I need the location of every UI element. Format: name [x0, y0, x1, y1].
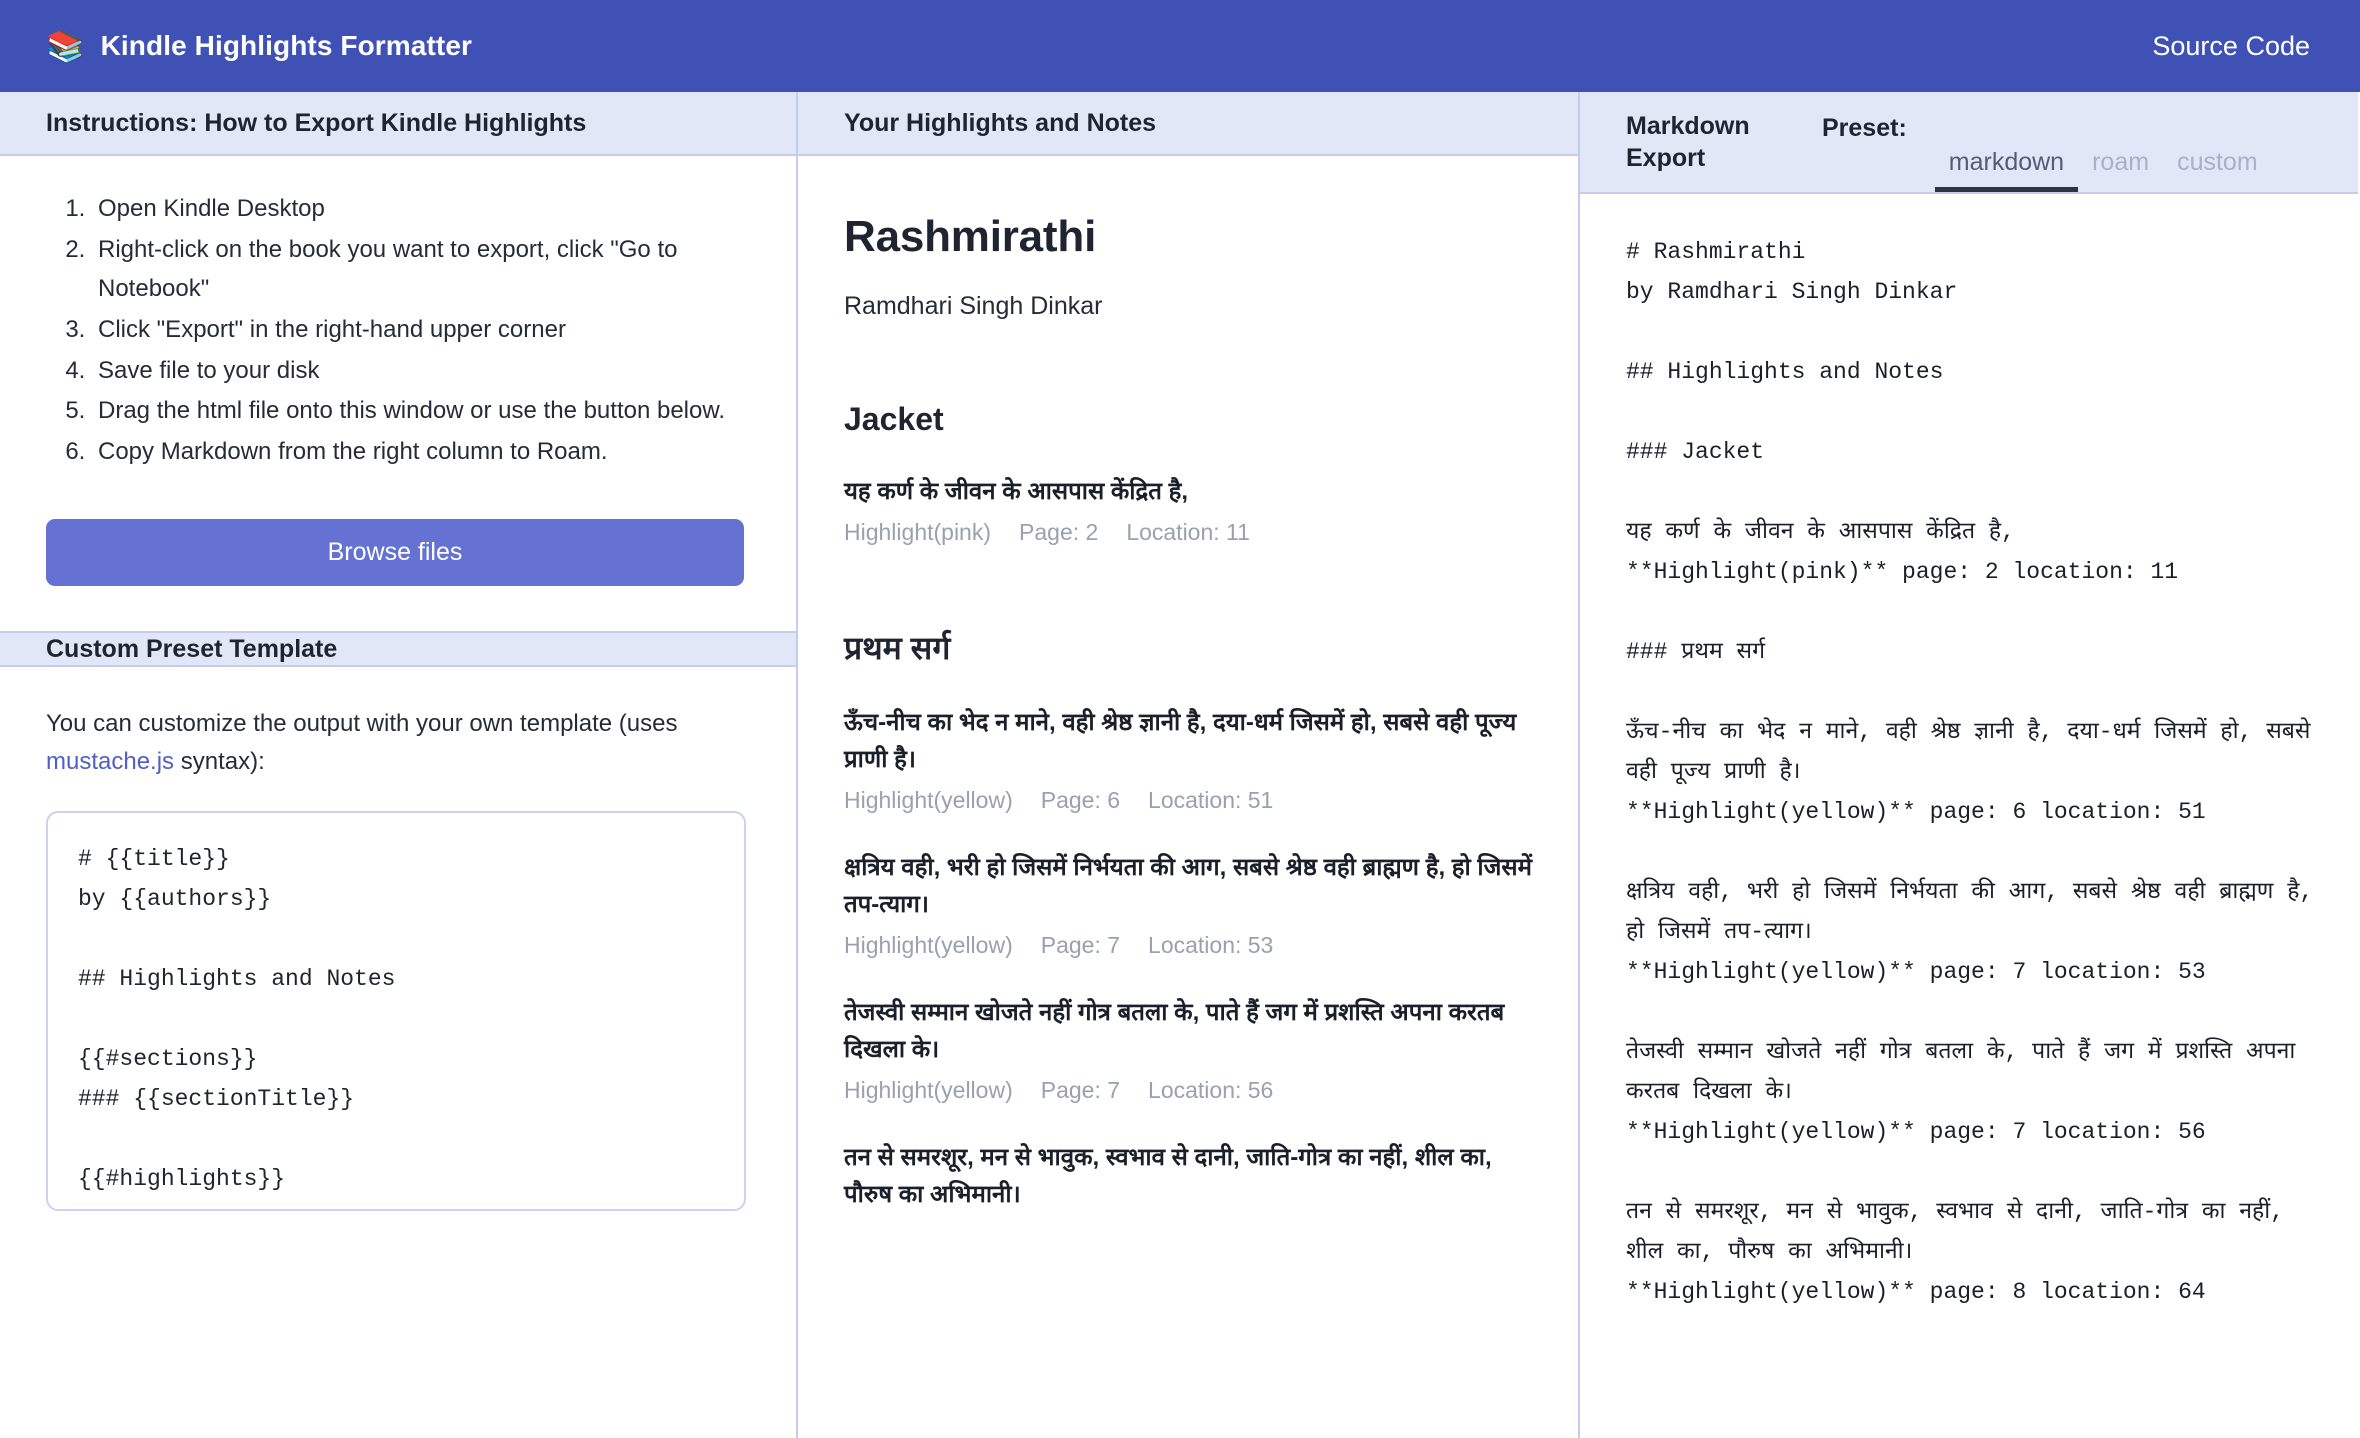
highlight-item: क्षत्रिय वही, भरी हो जिसमें निर्भयता की … [844, 850, 1532, 959]
preset-label: Preset: [1822, 114, 1907, 142]
highlight-text: तन से समरशूर, मन से भावुक, स्वभाव से दान… [844, 1144, 1492, 1208]
highlight-meta: Highlight(yellow) Page: 7 Location: 53 [844, 932, 1532, 959]
highlight-page: Page: 2 [1019, 519, 1099, 546]
app-title: Kindle Highlights Formatter [100, 30, 472, 61]
book-author: Ramdhari Singh Dinkar [844, 292, 1103, 320]
custom-preset-panel-title: Custom Preset Template [46, 635, 338, 664]
instructions-list: Open Kindle DesktopRight-click on the bo… [46, 190, 750, 472]
custom-intro-text-before: You can customize the output with your o… [46, 710, 678, 738]
instructions-body: Open Kindle DesktopRight-click on the bo… [0, 190, 796, 587]
highlight-text: ऊँच-नीच का भेद न माने, वही श्रेष्ठ ज्ञान… [844, 709, 1517, 773]
highlight-type: Highlight(yellow) [844, 932, 1013, 959]
book-title: Rashmirathi [844, 212, 1097, 261]
section-title: Jacket [844, 401, 944, 437]
app-header: 📚 Kindle Highlights Formatter Source Cod… [0, 0, 2360, 92]
source-code-link[interactable]: Source Code [2152, 31, 2310, 62]
highlight-item: ऊँच-नीच का भेद न माने, वही श्रेष्ठ ज्ञान… [844, 705, 1532, 814]
highlights-body: Rashmirathi Ramdhari Singh Dinkar Jacket… [798, 212, 1578, 1213]
preset-tab-roam[interactable]: roam [2078, 148, 2163, 192]
highlight-page: Page: 7 [1040, 1077, 1121, 1104]
instructions-panel-header: Instructions: How to Export Kindle Highl… [0, 92, 796, 156]
sections-list: Jacket यह कर्ण के जीवन के आसपास केंद्रित … [844, 401, 1532, 1213]
highlights-panel-title: Your Highlights and Notes [844, 109, 1157, 137]
highlight-meta: Highlight(pink) Page: 2 Location: 11 [844, 519, 1532, 546]
highlight-text: क्षत्रिय वही, भरी हो जिसमें निर्भयता की … [844, 854, 1533, 918]
highlight-type: Highlight(pink) [844, 519, 992, 546]
instruction-item: Copy Markdown from the right column to R… [92, 433, 750, 472]
highlight-type: Highlight(yellow) [844, 787, 1013, 814]
highlight-text: तेजस्वी सम्मान खोजते नहीं गोत्र बतला के,… [844, 999, 1505, 1063]
custom-template-textarea[interactable] [46, 810, 746, 1211]
instruction-item: Drag the html file onto this window or u… [92, 392, 750, 431]
instructions-panel-title: Instructions: How to Export Kindle Highl… [46, 109, 587, 137]
markdown-panel-header: Markdown Export Preset: markdown roam cust… [1580, 92, 2358, 194]
highlight-type: Highlight(yellow) [844, 1077, 1013, 1104]
books-icon: 📚 [46, 28, 85, 64]
highlight-location: Location: 51 [1148, 787, 1274, 814]
highlight-meta: Highlight(yellow) Page: 6 Location: 51 [844, 787, 1532, 814]
instruction-item: Open Kindle Desktop [92, 190, 750, 229]
highlight-text: यह कर्ण के जीवन के आसपास केंद्रित है, [844, 478, 1188, 505]
highlight-item: यह कर्ण के जीवन के आसपास केंद्रित है, Hig… [844, 474, 1532, 546]
highlight-item: तन से समरशूर, मन से भावुक, स्वभाव से दान… [844, 1140, 1532, 1213]
markdown-panel-title: Markdown Export [1626, 112, 1750, 172]
markdown-export-column: Markdown Export Preset: markdown roam cust… [1580, 92, 2358, 1438]
instructions-column: Instructions: How to Export Kindle Highl… [0, 92, 798, 1438]
custom-preset-body: You can customize the output with your o… [0, 705, 796, 1216]
preset-tabs: markdown roam custom [1934, 92, 2272, 192]
instruction-item: Click "Export" in the right-hand upper c… [92, 311, 750, 350]
highlight-page: Page: 7 [1040, 932, 1121, 959]
highlight-location: Location: 56 [1148, 1077, 1274, 1104]
highlight-location: Location: 53 [1148, 932, 1274, 959]
custom-preset-panel-header: Custom Preset Template [0, 631, 796, 668]
highlight-location: Location: 11 [1126, 519, 1250, 546]
highlight-meta: Highlight(yellow) Page: 7 Location: 56 [844, 1077, 1532, 1104]
highlight-page: Page: 6 [1040, 787, 1121, 814]
instruction-item: Right-click on the book you want to expo… [92, 231, 750, 309]
brand: 📚 Kindle Highlights Formatter [46, 30, 472, 62]
mustache-js-link[interactable]: mustache.js [46, 748, 174, 775]
preset-tab-custom[interactable]: custom [2163, 148, 2272, 192]
custom-intro-text-after: syntax): [174, 748, 265, 776]
section-title: प्रथम सर्ग [844, 630, 951, 667]
preset-tab-markdown[interactable]: markdown [1934, 148, 2079, 192]
highlight-item: तेजस्वी सम्मान खोजते नहीं गोत्र बतला के,… [844, 995, 1532, 1104]
browse-files-button[interactable]: Browse files [46, 519, 744, 587]
main-columns: Instructions: How to Export Kindle Highl… [0, 92, 2360, 1438]
instruction-item: Save file to your disk [92, 352, 750, 391]
markdown-output[interactable]: # Rashmirathi by Ramdhari Singh Dinkar #… [1580, 194, 2358, 1438]
highlights-column: Your Highlights and Notes Rashmirathi Ra… [798, 92, 1580, 1438]
custom-preset-description: You can customize the output with your o… [46, 705, 706, 781]
highlights-panel-header: Your Highlights and Notes [798, 92, 1578, 156]
